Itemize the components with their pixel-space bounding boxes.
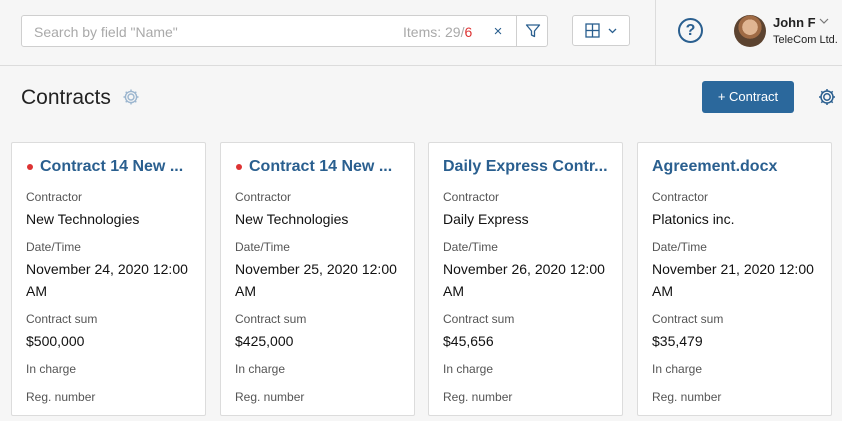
- header-divider: [655, 0, 656, 66]
- date-value: November 26, 2020 12:00 AM: [443, 261, 605, 299]
- contractor-label: Contractor: [235, 190, 292, 204]
- page-title: Contracts: [21, 86, 111, 109]
- chevron-down-icon: [608, 28, 617, 34]
- reg-number-label: Reg. number: [652, 390, 722, 404]
- date-label: Date/Time: [443, 240, 498, 254]
- clear-search-button[interactable]: ×: [488, 22, 508, 42]
- sum-value: $425,000: [235, 333, 294, 349]
- sum-value: $35,479: [652, 333, 703, 349]
- contractor-value: New Technologies: [235, 211, 349, 227]
- sum-label: Contract sum: [235, 312, 307, 326]
- gear-icon[interactable]: [121, 87, 141, 107]
- in-charge-label: In charge: [652, 362, 703, 376]
- contractor-value: New Technologies: [26, 211, 140, 227]
- date-value: November 21, 2020 12:00 AM: [652, 261, 814, 299]
- sum-label: Contract sum: [443, 312, 515, 326]
- date-label: Date/Time: [26, 240, 81, 254]
- items-new-count: 6: [464, 24, 473, 40]
- filter-button[interactable]: [516, 16, 548, 46]
- reg-number-label: Reg. number: [26, 390, 96, 404]
- date-label: Date/Time: [652, 240, 707, 254]
- search-box: Items: 29/6 ×: [21, 15, 548, 47]
- contractor-label: Contractor: [443, 190, 500, 204]
- contractor-value: Platonics inc.: [652, 211, 735, 227]
- items-counter: Items: 29/6: [403, 24, 472, 40]
- contract-card[interactable]: Contract 14 New ... Contractor New Techn…: [220, 142, 415, 416]
- card-title[interactable]: Agreement.docx: [652, 158, 822, 176]
- search-input[interactable]: [34, 23, 394, 41]
- contract-card[interactable]: Agreement.docx Contractor Platonics inc.…: [637, 142, 832, 416]
- reg-number-label: Reg. number: [235, 390, 305, 404]
- user-company: TeleCom Ltd.: [773, 34, 838, 46]
- grid-view-icon: [585, 23, 600, 38]
- date-value: November 24, 2020 12:00 AM: [26, 261, 188, 299]
- filter-icon: [525, 24, 540, 38]
- avatar[interactable]: [734, 15, 766, 47]
- card-title[interactable]: Contract 14 New ...: [40, 158, 196, 176]
- in-charge-label: In charge: [26, 362, 77, 376]
- contractor-label: Contractor: [652, 190, 709, 204]
- contract-card[interactable]: Contract 14 New ... Contractor New Techn…: [11, 142, 206, 416]
- view-mode-button[interactable]: [572, 15, 630, 46]
- reg-number-label: Reg. number: [443, 390, 513, 404]
- in-charge-label: In charge: [443, 362, 494, 376]
- help-icon[interactable]: ?: [678, 18, 703, 43]
- date-label: Date/Time: [235, 240, 290, 254]
- items-total: Items: 29: [403, 24, 461, 40]
- card-title[interactable]: Contract 14 New ...: [249, 158, 405, 176]
- unread-indicator: [236, 164, 242, 170]
- user-name[interactable]: John F: [773, 15, 816, 30]
- date-value: November 25, 2020 12:00 AM: [235, 261, 397, 299]
- sum-value: $45,656: [443, 333, 494, 349]
- in-charge-label: In charge: [235, 362, 286, 376]
- gear-icon[interactable]: [816, 86, 838, 108]
- sum-value: $500,000: [26, 333, 85, 349]
- chevron-down-icon[interactable]: [818, 15, 830, 27]
- top-bar: Items: 29/6 × ? John F TeleCom Ltd.: [0, 0, 842, 66]
- contractor-label: Contractor: [26, 190, 83, 204]
- sum-label: Contract sum: [26, 312, 98, 326]
- unread-indicator: [27, 164, 33, 170]
- contract-card[interactable]: Daily Express Contr... Contractor Daily …: [428, 142, 623, 416]
- sum-label: Contract sum: [652, 312, 724, 326]
- contractor-value: Daily Express: [443, 211, 529, 227]
- card-title[interactable]: Daily Express Contr...: [443, 158, 613, 176]
- add-contract-button[interactable]: + Contract: [702, 81, 794, 113]
